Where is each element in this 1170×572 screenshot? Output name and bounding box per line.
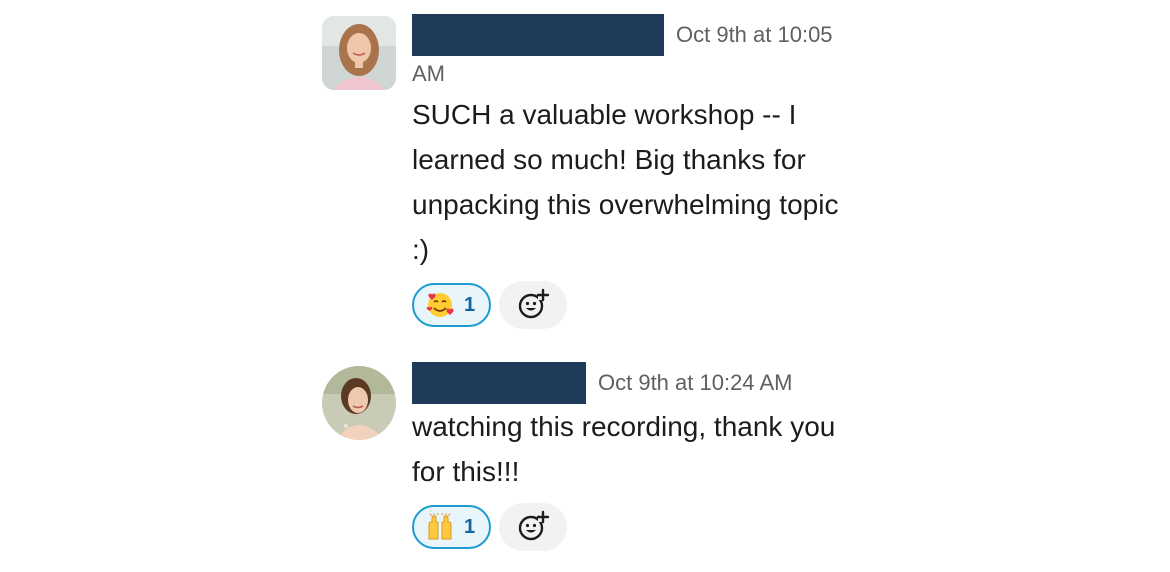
avatar-photo: [322, 16, 396, 90]
avatar-photo: [322, 366, 396, 440]
message-text: watching this recording, thank you for t…: [412, 411, 836, 487]
reaction-pill[interactable]: 1: [412, 283, 492, 327]
avatar[interactable]: [322, 16, 396, 90]
smiling-face-with-hearts-icon: [426, 293, 454, 317]
reaction-pill[interactable]: 1: [412, 505, 492, 549]
message-text: SUCH a valuable workshop -- I learned so…: [412, 99, 839, 265]
message-header: Oct 9th at 10:24 AM: [412, 362, 882, 406]
timestamp-continued: AM: [412, 61, 445, 86]
timestamp[interactable]: Oct 9th at 10:05: [676, 22, 833, 47]
add-emoji-icon: [518, 510, 550, 541]
reactions-bar: 1: [412, 280, 882, 330]
reactions-bar: 1: [412, 502, 882, 552]
message-header: Oct 9th at 10:05: [412, 14, 882, 58]
timestamp[interactable]: Oct 9th at 10:24 AM: [598, 370, 792, 395]
redacted-username[interactable]: [412, 362, 586, 404]
reaction-count: 1: [464, 293, 476, 316]
add-reaction-button[interactable]: [499, 503, 568, 551]
raising-hands-icon: [428, 513, 452, 540]
add-emoji-icon: [518, 288, 550, 319]
redacted-username[interactable]: [412, 14, 664, 56]
avatar[interactable]: [322, 366, 396, 440]
add-reaction-button[interactable]: [499, 281, 568, 329]
reaction-count: 1: [464, 515, 476, 538]
